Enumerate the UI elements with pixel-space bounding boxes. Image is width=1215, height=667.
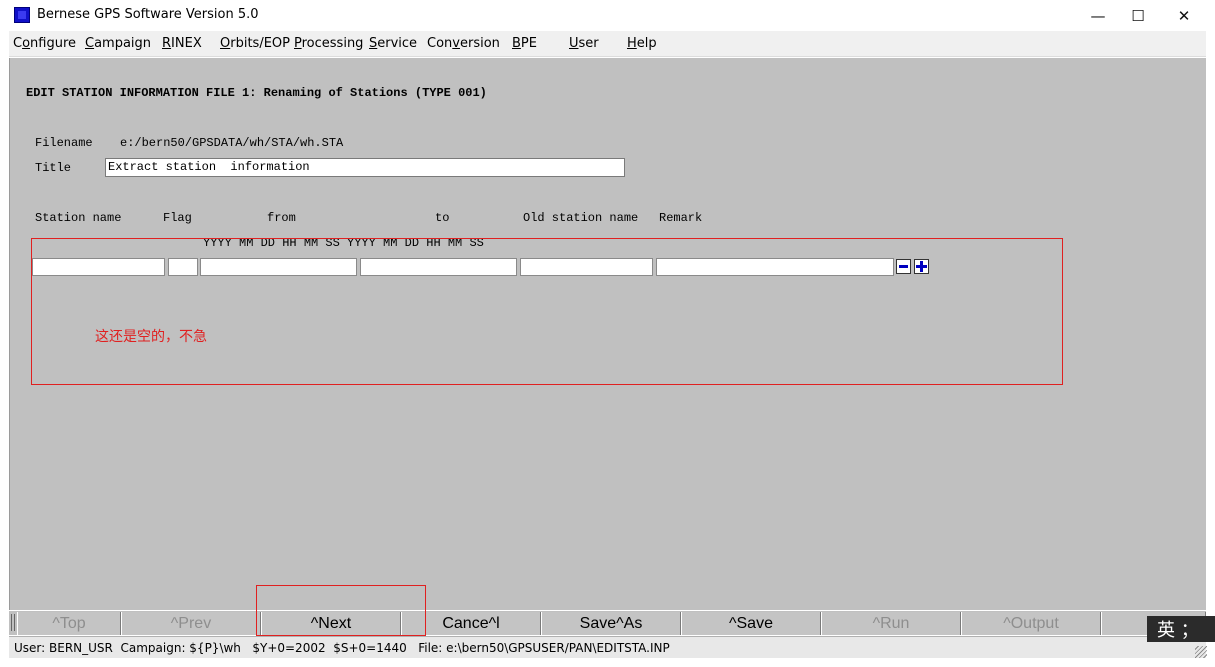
column-station-name: Station name [35,211,122,225]
column-flag: Flag [163,211,192,225]
close-button[interactable]: ✕ [1161,0,1207,31]
save-button[interactable]: ^Save [681,612,821,635]
window-title: Bernese GPS Software Version 5.0 [37,7,259,22]
title-input[interactable]: Extract station information [105,158,625,177]
status-text: User: BERN_USR Campaign: ${P}\wh $Y+0=20… [14,641,670,655]
maximize-button[interactable]: ☐ [1115,0,1161,31]
column-to: to [435,211,450,225]
next-highlight-box [256,585,426,636]
button-bar: ^Top ^Prev ^Next Cance^l Save^As ^Save ^… [9,610,1206,635]
output-button[interactable]: ^Output [961,612,1101,635]
ime-indicator[interactable]: 英 ； [1147,616,1215,642]
page-title: EDIT STATION INFORMATION FILE 1: Renamin… [26,86,487,100]
annotation-box [31,238,1063,385]
prev-button[interactable]: ^Prev [121,612,261,635]
menu-conversion[interactable]: Conversion [427,36,500,51]
top-button[interactable]: ^Top [17,612,121,635]
menu-bar: Configure Campaign RINEX Orbits/EOP Proc… [9,31,1206,57]
menu-campaign[interactable]: Campaign [85,36,151,51]
resize-grip-icon[interactable] [1195,646,1207,658]
annotation-note: 这还是空的，不急 [95,329,207,345]
title-label: Title [35,161,72,175]
menu-user[interactable]: User [569,36,599,51]
title-bar: Bernese GPS Software Version 5.0 — ☐ ✕ [0,0,1215,31]
station-info-panel: EDIT STATION INFORMATION FILE 1: Renamin… [9,58,1206,610]
app-icon [14,7,30,23]
menu-configure[interactable]: Configure [13,36,76,51]
run-button[interactable]: ^Run [821,612,961,635]
menu-service[interactable]: Service [369,36,417,51]
menu-orbits-eop[interactable]: Orbits/EOP [220,36,290,51]
filename-label: Filename [35,136,93,150]
menu-rinex[interactable]: RINEX [162,36,202,51]
menu-bpe[interactable]: BPE [512,36,537,51]
column-remark: Remark [659,211,703,225]
toolbar-grip[interactable] [11,614,15,631]
menu-help[interactable]: Help [627,36,657,51]
status-bar: User: BERN_USR Campaign: ${P}\wh $Y+0=20… [9,636,1206,658]
column-from: from [267,211,296,225]
menu-processing[interactable]: Processing [294,36,363,51]
save-as-button[interactable]: Save^As [541,612,681,635]
column-old-station-name: Old station name [523,211,639,225]
filename-value: e:/bern50/GPSDATA/wh/STA/wh.STA [120,136,344,150]
